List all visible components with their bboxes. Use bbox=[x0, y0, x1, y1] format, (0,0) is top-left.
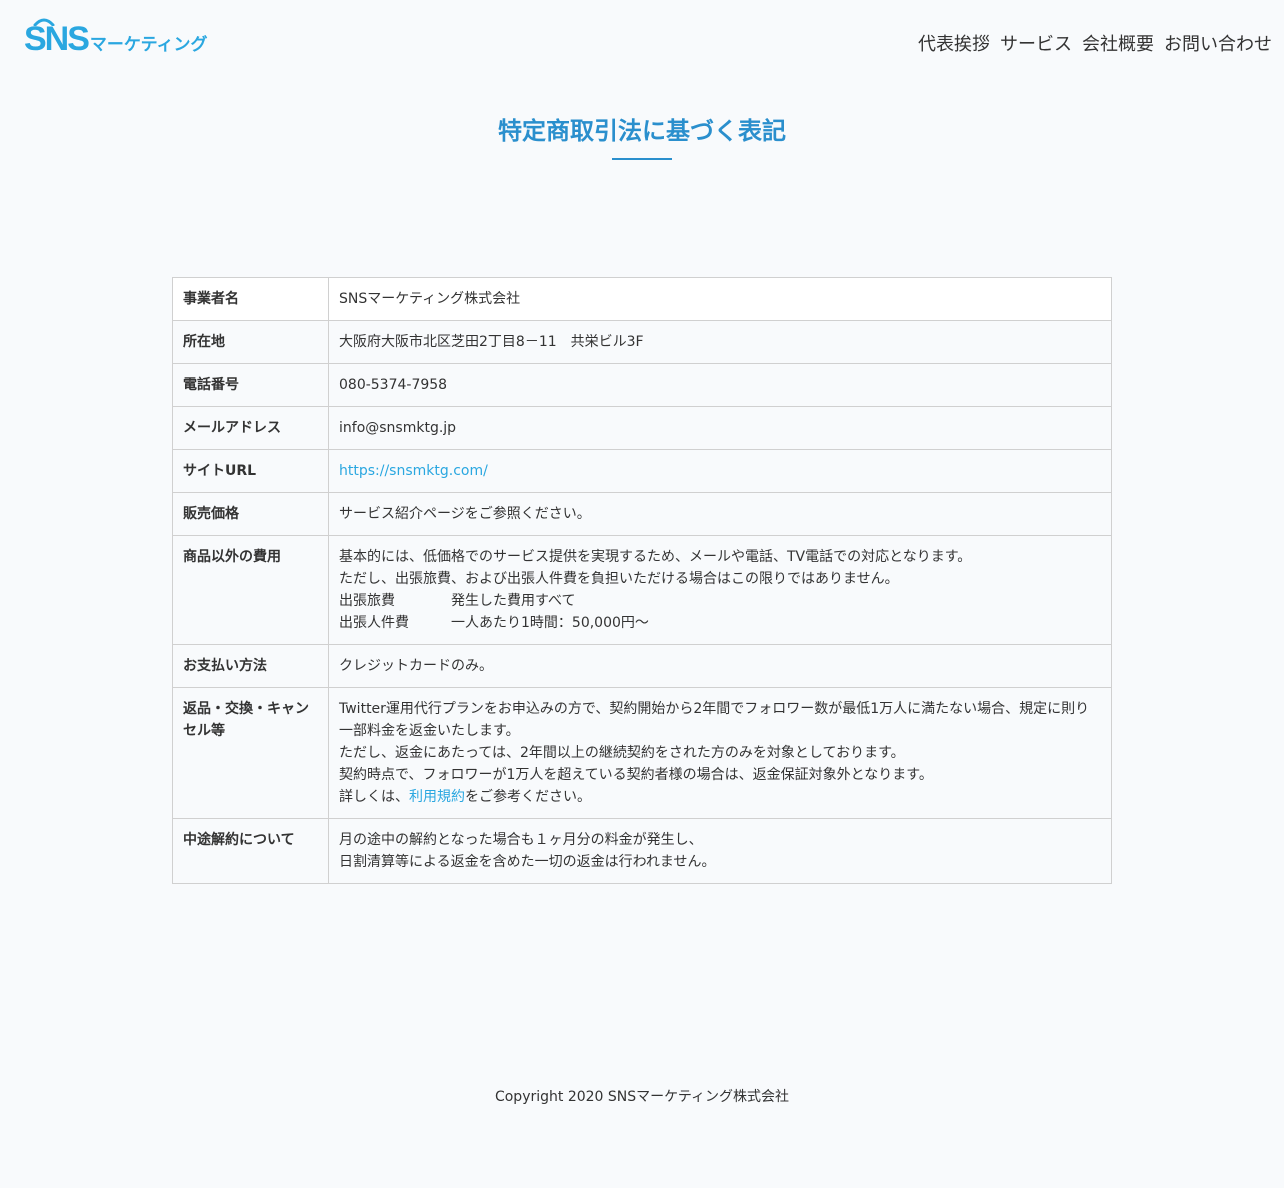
text-line: 月の途中の解約となった場合も１ヶ月分の料金が発生し、 bbox=[339, 832, 703, 848]
text-line: ただし、出張旅費、および出張人件費を負担いただける場合はこの限りではありません。 bbox=[339, 571, 899, 587]
text-line: 契約時点で、フォロワーが1万人を超えている契約者様の場合は、返金保証対象外となり… bbox=[339, 767, 933, 783]
row-label: 電話番号 bbox=[172, 363, 329, 407]
title-underline bbox=[612, 158, 672, 160]
row-value: Twitter運用代行プランをお申込みの方で、契約開始から2年間でフォロワー数が… bbox=[328, 687, 1112, 819]
text-line: Twitter運用代行プランをお申込みの方で、契約開始から2年間でフォロワー数が… bbox=[339, 701, 1090, 739]
nav-contact[interactable]: お問い合わせ bbox=[1164, 32, 1272, 58]
nav-greeting[interactable]: 代表挨拶 bbox=[918, 32, 990, 58]
terms-link[interactable]: 利用規約 bbox=[409, 789, 465, 805]
row-label: 商品以外の費用 bbox=[172, 535, 329, 645]
site-logo[interactable]: SNS マーケティング bbox=[24, 18, 208, 56]
text-line: 基本的には、低価格でのサービス提供を実現するため、メールや電話、TV電話での対応… bbox=[339, 549, 972, 565]
cost-item-value: 一人あたり1時間：50,000円～ bbox=[451, 615, 649, 631]
table-row: 所在地 大阪府大阪市北区芝田2丁目8－11 共栄ビル3F bbox=[172, 320, 1112, 364]
table-row: サイトURL https://snsmktg.com/ bbox=[172, 449, 1112, 493]
row-value: 大阪府大阪市北区芝田2丁目8－11 共栄ビル3F bbox=[328, 320, 1112, 364]
table-row: 販売価格 サービス紹介ページをご参照ください。 bbox=[172, 492, 1112, 536]
page-title: 特定商取引法に基づく表記 bbox=[498, 117, 786, 145]
row-label: 販売価格 bbox=[172, 492, 329, 536]
row-value: info@snsmktg.jp bbox=[328, 406, 1112, 450]
cost-item-name: 出張人件費 bbox=[339, 615, 409, 631]
text-fragment: をご参考ください。 bbox=[465, 789, 591, 805]
nav-services[interactable]: サービス bbox=[1000, 32, 1072, 58]
row-value: https://snsmktg.com/ bbox=[328, 449, 1112, 493]
table-row: 中途解約について 月の途中の解約となった場合も１ヶ月分の料金が発生し、 日割清算… bbox=[172, 818, 1112, 884]
table-row: 電話番号 080-5374-7958 bbox=[172, 363, 1112, 407]
row-value: 月の途中の解約となった場合も１ヶ月分の料金が発生し、 日割清算等による返金を含め… bbox=[328, 818, 1112, 884]
row-value: サービス紹介ページをご参照ください。 bbox=[328, 492, 1112, 536]
legal-info-table: 事業者名 SNSマーケティング株式会社 所在地 大阪府大阪市北区芝田2丁目8－1… bbox=[172, 277, 1112, 884]
table-row: 返品・交換・キャンセル等 Twitter運用代行プランをお申込みの方で、契約開始… bbox=[172, 687, 1112, 819]
text-line: 詳しくは、利用規約をご参考ください。 bbox=[339, 786, 1101, 808]
cost-item: 出張人件費 一人あたり1時間：50,000円～ bbox=[339, 612, 1101, 634]
row-label: 事業者名 bbox=[172, 277, 329, 321]
text-line: 日割清算等による返金を含めた一切の返金は行われません。 bbox=[339, 854, 716, 870]
row-label: お支払い方法 bbox=[172, 644, 329, 688]
table-row: 商品以外の費用 基本的には、低価格でのサービス提供を実現するため、メールや電話、… bbox=[172, 535, 1112, 645]
row-value: SNSマーケティング株式会社 bbox=[328, 277, 1112, 321]
cost-item-value: 発生した費用すべて bbox=[451, 593, 576, 609]
cost-item-name: 出張旅費 bbox=[339, 593, 395, 609]
text-fragment: 詳しくは、 bbox=[339, 789, 409, 805]
nav-company[interactable]: 会社概要 bbox=[1082, 32, 1154, 58]
logo-wordmark: SNS bbox=[24, 18, 90, 56]
table-row: お支払い方法 クレジットカードのみ。 bbox=[172, 644, 1112, 688]
site-url-link[interactable]: https://snsmktg.com/ bbox=[339, 463, 488, 479]
row-value: 080-5374-7958 bbox=[328, 363, 1112, 407]
row-label: 所在地 bbox=[172, 320, 329, 364]
table-row: メールアドレス info@snsmktg.jp bbox=[172, 406, 1112, 450]
row-label: サイトURL bbox=[172, 449, 329, 493]
text-line: ただし、返金にあたっては、2年間以上の継続契約をされた方のみを対象としております… bbox=[339, 745, 905, 761]
cost-item: 出張旅費 発生した費用すべて bbox=[339, 590, 1101, 612]
row-label: 返品・交換・キャンセル等 bbox=[172, 687, 329, 819]
site-header: SNS マーケティング 代表挨拶 サービス 会社概要 お問い合わせ bbox=[0, 0, 1284, 90]
table-row: 事業者名 SNSマーケティング株式会社 bbox=[172, 277, 1112, 321]
signal-wave-icon bbox=[33, 18, 55, 26]
row-label: メールアドレス bbox=[172, 406, 329, 450]
logo-sub-text: マーケティング bbox=[89, 35, 208, 55]
row-label: 中途解約について bbox=[172, 818, 329, 884]
footer-copyright: Copyright 2020 SNSマーケティング株式会社 bbox=[494, 1089, 790, 1105]
main-nav: 代表挨拶 サービス 会社概要 お問い合わせ bbox=[918, 32, 1272, 58]
row-value: クレジットカードのみ。 bbox=[328, 644, 1112, 688]
row-value: 基本的には、低価格でのサービス提供を実現するため、メールや電話、TV電話での対応… bbox=[328, 535, 1112, 645]
